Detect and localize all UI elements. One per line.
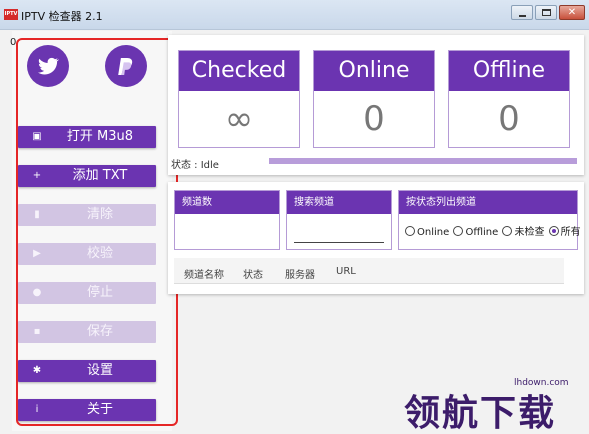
offline-stat: Offline 0 xyxy=(448,50,570,148)
filter-all-label: 所有 xyxy=(560,227,581,238)
minimize-button[interactable] xyxy=(511,5,533,20)
checked-stat-label: Checked xyxy=(179,51,299,91)
title-bar[interactable]: IPTV IPTV 检查器 2.1 ✕ xyxy=(0,0,589,30)
watermark: 领航下载 xyxy=(404,392,557,434)
close-icon: ✕ xyxy=(567,7,577,18)
minimize-icon xyxy=(519,15,526,17)
maximize-icon xyxy=(542,9,551,16)
column-url[interactable]: URL xyxy=(336,266,356,277)
app-logo-icon: IPTV xyxy=(4,9,18,20)
close-button[interactable]: ✕ xyxy=(559,5,585,20)
progress-bar xyxy=(269,158,577,164)
search-input[interactable] xyxy=(294,223,384,243)
checked-stat: Checked ∞ xyxy=(178,50,300,148)
column-status[interactable]: 状态 xyxy=(243,266,263,281)
window-title: IPTV 检查器 2.1 xyxy=(21,10,103,23)
offline-stat-label: Offline xyxy=(449,51,569,91)
channel-count-panel: 频道数 xyxy=(174,190,280,250)
search-panel: 搜索频道 xyxy=(286,190,392,250)
filter-panel: 按状态列出频道 Online Offline 未检查 所有 xyxy=(398,190,581,250)
online-stat-label: Online xyxy=(314,51,434,91)
channel-table-header: 频道名称 状态 服务器 URL xyxy=(174,258,564,284)
filter-online-radio[interactable] xyxy=(405,226,415,236)
filter-offline-radio[interactable] xyxy=(453,226,464,236)
channel-count-label: 频道数 xyxy=(175,191,279,214)
filter-unchecked-radio[interactable] xyxy=(502,226,513,236)
filter-online-label: Online xyxy=(417,227,450,238)
filter-options: Online Offline 未检查 所有 xyxy=(405,223,582,238)
filter-label: 按状态列出频道 xyxy=(399,191,577,214)
offline-stat-value: 0 xyxy=(498,99,520,139)
channel-count-value: 0 xyxy=(10,37,17,48)
filter-offline-label: Offline xyxy=(465,227,499,238)
column-channel-name[interactable]: 频道名称 xyxy=(184,266,224,281)
online-stat-value: 0 xyxy=(363,99,385,139)
column-server[interactable]: 服务器 xyxy=(285,266,315,281)
app-window: IPTV IPTV 检查器 2.1 ✕ ▣ 打开 M3u8 + 添加 TXT ▮… xyxy=(0,0,589,434)
filter-all-radio[interactable] xyxy=(548,226,559,236)
online-stat: Online 0 xyxy=(313,50,435,148)
checked-stat-value: ∞ xyxy=(224,99,254,139)
filter-unchecked-label: 未检查 xyxy=(514,227,545,238)
highlight-outline xyxy=(16,38,178,426)
search-label: 搜索频道 xyxy=(287,191,391,214)
maximize-button[interactable] xyxy=(535,5,557,20)
status-text: 状态 : Idle xyxy=(171,160,219,171)
